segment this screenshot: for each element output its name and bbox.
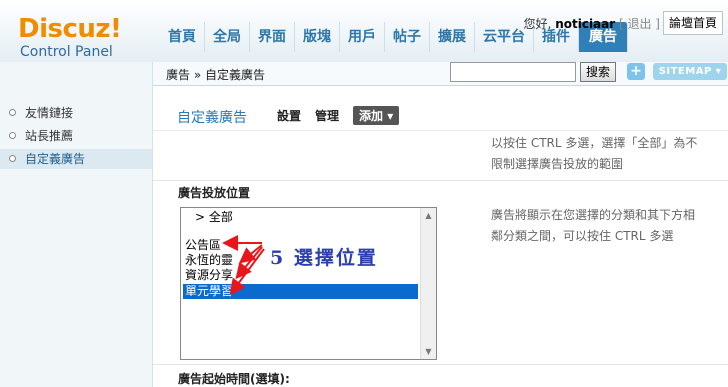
placement-listbox[interactable]: > 全部 公告區 永恆的靈 資源分享 單元學習 ▲ ▼ [180, 207, 437, 360]
scope-hint-line-2: 限制選擇廣告投放的範圍 [491, 157, 624, 171]
nav-global[interactable]: 全局 [205, 22, 250, 52]
sidebar-item-custom-ads[interactable]: 自定義廣告 [0, 149, 152, 169]
greeting: 您好, [523, 17, 552, 31]
nav-posts[interactable]: 帖子 [385, 22, 430, 52]
bullet-icon [9, 109, 16, 116]
scroll-up-icon[interactable]: ▲ [421, 208, 436, 223]
divider [153, 130, 728, 131]
listbox-scrollbar[interactable]: ▲ ▼ [420, 208, 436, 359]
sidebar-item-label: 站長推薦 [25, 129, 74, 143]
nav-forums[interactable]: 版塊 [295, 22, 340, 52]
action-tabs: 設置 管理 添加 ▾ [277, 106, 413, 125]
logo-brand: Discuz! [18, 14, 122, 44]
sidebar-item-recommend[interactable]: 站長推薦 [0, 126, 152, 146]
placement-hint-line-1: 廣告將顯示在您選擇的分類和其下方相 [491, 208, 696, 222]
placement-label: 廣告投放位置 [178, 186, 251, 200]
scope-hint: 以按住 CTRL 多選，選擇「全部」為不 限制選擇廣告投放的範圍 [491, 133, 697, 175]
search-button[interactable]: 搜索 [580, 62, 616, 82]
list-option-resources[interactable]: 資源分享 [183, 268, 418, 283]
placement-hint-line-2: 鄰分類之間，可以按住 CTRL 多選 [491, 229, 674, 243]
add-shortcut-button[interactable]: + [627, 63, 645, 80]
sidebar-item-friend-links[interactable]: 友情鏈接 [0, 103, 152, 123]
search-input[interactable] [450, 62, 576, 82]
username[interactable]: noticiaar [555, 17, 615, 31]
sidebar-item-label: 友情鏈接 [25, 106, 74, 120]
bullet-icon [9, 155, 16, 162]
start-time-label: 廣告起始時間(選填): [178, 372, 290, 386]
discuz-logo[interactable]: Discuz! Control Panel [18, 14, 122, 60]
annotation-label: 5 選擇位置 [270, 247, 378, 269]
nav-interface[interactable]: 界面 [250, 22, 295, 52]
divider [153, 364, 728, 365]
scope-hint-line-1: 以按住 CTRL 多選，選擇「全部」為不 [491, 136, 698, 150]
header: Discuz! Control Panel 首頁 全局 界面 版塊 用戶 帖子 … [0, 0, 728, 62]
placement-hint: 廣告將顯示在您選擇的分類和其下方相 鄰分類之間，可以按住 CTRL 多選 [491, 205, 695, 247]
page-title: 自定義廣告 [177, 110, 247, 126]
nav-extend[interactable]: 擴展 [430, 22, 475, 52]
logout-link[interactable]: [ 退出 ] [619, 17, 660, 31]
nav-users[interactable]: 用戶 [340, 22, 385, 52]
tab-manage[interactable]: 管理 [315, 107, 339, 124]
sidebar: 友情鏈接 站長推薦 自定義廣告 [0, 62, 153, 387]
scroll-down-icon[interactable]: ▼ [421, 344, 436, 359]
list-option-all[interactable]: > 全部 [183, 210, 418, 225]
sitemap-button[interactable]: SITEMAP ▾ [653, 63, 727, 80]
divider [153, 180, 728, 181]
add-dropdown-button[interactable]: 添加 ▾ [353, 106, 400, 125]
tab-settings[interactable]: 設置 [277, 107, 301, 124]
breadcrumb: 廣告 » 自定義廣告 [166, 68, 265, 82]
logo-subtitle: Control Panel [20, 44, 113, 60]
list-option-unit-learning[interactable]: 單元學習 [183, 284, 418, 299]
bullet-icon [9, 132, 16, 139]
sidebar-item-label: 自定義廣告 [25, 152, 86, 166]
nav-home[interactable]: 首頁 [160, 22, 205, 52]
user-bar: 您好, noticiaar [ 退出 ] [524, 15, 660, 32]
forum-home-button[interactable]: 論壇首頁 [663, 11, 723, 35]
